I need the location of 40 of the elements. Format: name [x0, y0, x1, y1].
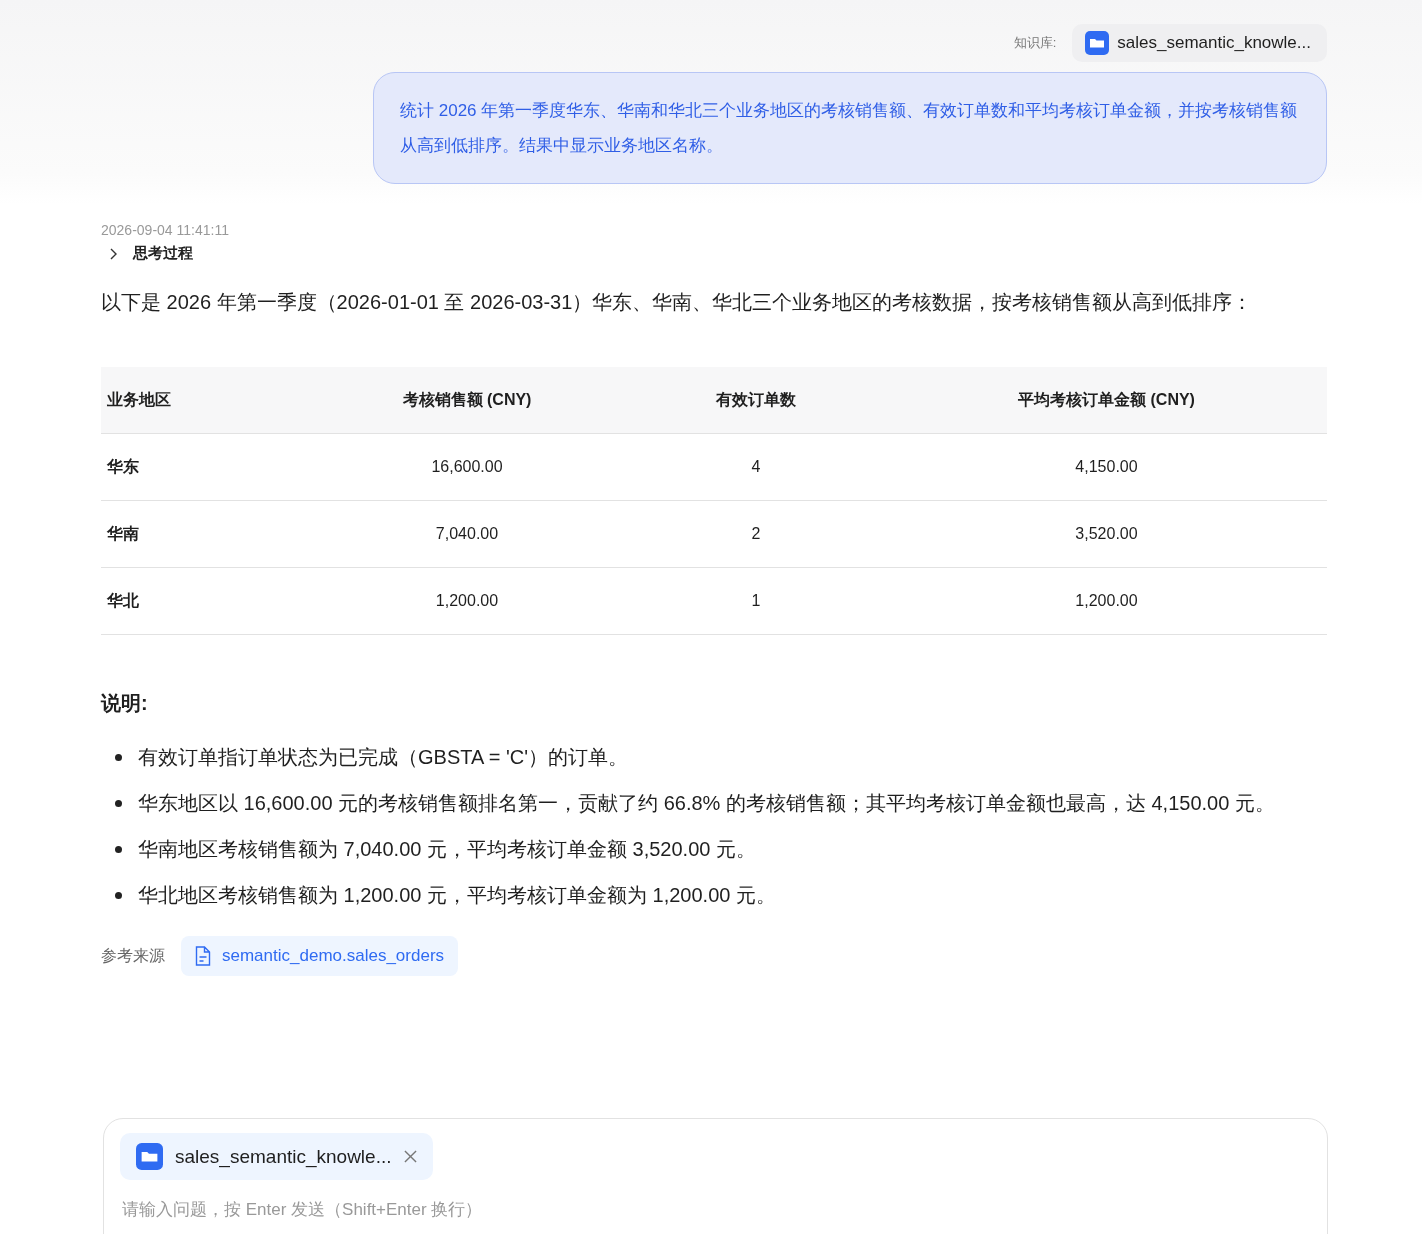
source-link[interactable]: semantic_demo.sales_orders	[181, 936, 459, 976]
knowledge-base-chip[interactable]: sales_semantic_knowle...	[1072, 24, 1327, 62]
folder-icon	[1085, 31, 1110, 55]
column-header: 业务地区	[101, 367, 308, 434]
bullet-icon	[115, 800, 122, 807]
table-cell: 1,200.00	[308, 567, 626, 635]
table-cell: 4	[626, 433, 886, 501]
table-cell: 4,150.00	[886, 433, 1327, 501]
chevron-icon	[109, 247, 119, 260]
table-cell: 7,040.00	[308, 500, 626, 568]
table-cell: 华东	[101, 433, 308, 501]
column-header: 有效订单数	[626, 367, 886, 434]
bullet-icon	[115, 892, 122, 899]
table-cell: 2	[626, 500, 886, 568]
notes-title: 说明:	[101, 691, 149, 716]
bullet-icon	[115, 754, 122, 761]
sources-label: 参考来源	[101, 945, 165, 966]
knowledge-base-chip[interactable]: sales_semantic_knowle...	[120, 1133, 433, 1180]
answer-intro: 以下是 2026 年第一季度（2026-01-01 至 2026-03-31）华东、华南、华北三个业务地区的考核数据，按考核销售额从高到低排序：	[101, 290, 1254, 315]
folder-icon	[136, 1143, 163, 1170]
bullet-icon	[115, 846, 122, 853]
table-cell: 华北	[101, 567, 308, 635]
note-text: 有效订单指订单状态为已完成（GBSTA = 'C'）的订单。	[138, 745, 629, 770]
document-icon	[195, 946, 211, 966]
table-cell: 华南	[101, 500, 308, 568]
note-text: 华东地区以 16,600.00 元的考核销售额排名第一，贡献了约 66.8% 的考核销售额；其平均考核订单金额也最高，达 4,150.00 元。	[138, 791, 1275, 816]
knowledge-base-label: 知识库:	[1013, 34, 1057, 52]
column-header: 考核销售额 (CNY)	[308, 367, 626, 434]
timestamp: 2026-09-04 11:41:11	[101, 222, 230, 238]
thinking-toggle[interactable]: 思考过程	[101, 238, 201, 269]
column-header: 平均考核订单金额 (CNY)	[886, 367, 1327, 434]
message-composer[interactable]: sales_semantic_knowle... 请输入问题，按 Enter 发送（Shift+Enter 换行）	[103, 1118, 1328, 1234]
note-text: 华北地区考核销售额为 1,200.00 元，平均考核订单金额为 1,200.00 元。	[138, 883, 776, 908]
close-icon[interactable]	[403, 1150, 417, 1163]
table-cell: 1	[626, 567, 886, 635]
user-message: 统计 2026 年第一季度华东、华南和华北三个业务地区的考核销售额、有效订单数和平均考核订单金额，并按考核销售额从高到低排序。结果中显示业务地区名称。	[373, 72, 1327, 184]
table-cell: 16,600.00	[308, 433, 626, 501]
note-text: 华南地区考核销售额为 7,040.00 元，平均考核订单金额 3,520.00 元。	[138, 837, 756, 862]
table-cell: 1,200.00	[886, 567, 1327, 635]
table-cell: 3,520.00	[886, 500, 1327, 568]
